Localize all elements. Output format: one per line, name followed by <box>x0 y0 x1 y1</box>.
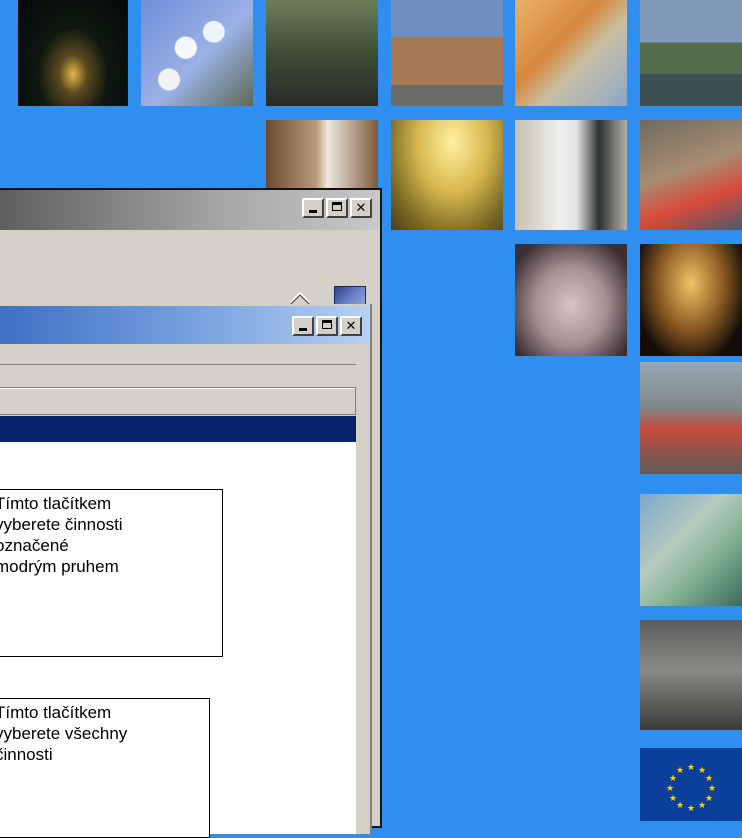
maximize-button[interactable] <box>326 198 348 218</box>
eu-flag-logo: ★ ★ ★ ★ ★ ★ ★ ★ ★ ★ ★ ★ <box>640 748 742 821</box>
svg-text:★: ★ <box>676 801 684 811</box>
note-line: modrým pruhem <box>0 557 119 576</box>
note-line: označené <box>0 536 69 555</box>
flipchart-photo <box>515 120 627 230</box>
column-header[interactable] <box>0 387 356 415</box>
svg-text:★: ★ <box>687 763 695 773</box>
maximize-button[interactable] <box>316 316 338 336</box>
powder-tower-photo <box>640 244 742 356</box>
wheelchair-photo <box>640 620 742 730</box>
svg-text:★: ★ <box>705 794 713 804</box>
svg-text:★: ★ <box>676 766 684 776</box>
close-button[interactable] <box>350 198 372 218</box>
building-photo <box>391 0 503 106</box>
svg-text:★: ★ <box>687 804 695 814</box>
svg-text:★: ★ <box>705 774 713 784</box>
minimize-button[interactable] <box>292 316 314 336</box>
dentist-photo <box>640 494 742 606</box>
background-window-controls <box>302 198 372 218</box>
construction-workers-photo <box>640 362 742 474</box>
stroller-photo <box>266 0 378 106</box>
close-button[interactable] <box>340 316 362 336</box>
castle-river-photo <box>640 0 742 106</box>
foreground-window-controls <box>292 316 362 336</box>
coins-photo <box>515 244 627 356</box>
sunset-castle-photo <box>391 120 503 230</box>
blossom-photo <box>141 0 253 106</box>
minimize-button[interactable] <box>302 198 324 218</box>
select-all-note: Tímto tlačítkem vyberete všechny činnost… <box>0 698 210 838</box>
computer-users-photo <box>515 0 627 106</box>
note-line: Tímto tlačítkem <box>0 494 112 513</box>
note-line: Tímto tlačítkem <box>0 703 112 722</box>
svg-text:★: ★ <box>669 794 677 804</box>
note-line: vyberete všechny <box>0 724 128 743</box>
selected-activity-row[interactable] <box>0 416 356 442</box>
note-line: vyberete činnosti <box>0 515 123 534</box>
night-castle-photo <box>18 0 128 106</box>
select-marked-note: Tímto tlačítkem vyberete činnosti označe… <box>0 489 223 657</box>
svg-text:★: ★ <box>698 801 706 811</box>
note-line: činnosti <box>0 745 53 764</box>
svg-text:★: ★ <box>708 784 716 794</box>
svg-text:★: ★ <box>666 784 674 794</box>
tourists-photo <box>640 120 742 230</box>
